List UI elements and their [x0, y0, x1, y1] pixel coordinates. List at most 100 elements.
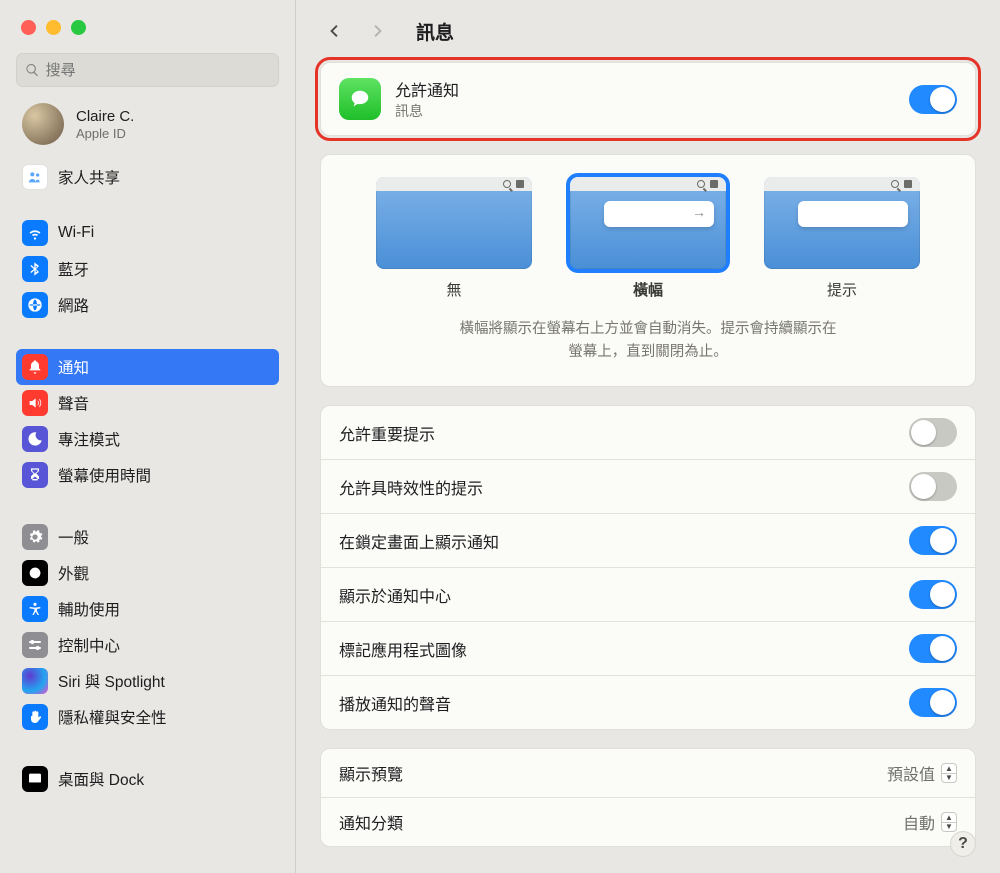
siri-icon — [22, 668, 48, 694]
sidebar-item-label: 家人共享 — [58, 166, 120, 188]
appearance-icon — [22, 560, 48, 586]
row-label: 播放通知的聲音 — [339, 691, 451, 715]
row-label: 顯示預覽 — [339, 761, 403, 785]
toggle-lock-screen[interactable] — [909, 526, 957, 555]
sidebar-item-label: 網路 — [58, 294, 89, 316]
style-label: 提示 — [764, 279, 920, 300]
sidebar-group-network: Wi-Fi 藍牙 網路 — [0, 209, 295, 329]
toggle-time-sensitive[interactable] — [909, 472, 957, 501]
sidebar-group-focus: 通知 聲音 專注模式 螢幕使用時間 — [0, 343, 295, 499]
allow-sub: 訊息 — [395, 101, 459, 121]
sidebar-item-label: Siri 與 Spotlight — [58, 670, 165, 692]
gear-icon — [22, 524, 48, 550]
row-notification-center: 顯示於通知中心 — [321, 567, 975, 621]
sidebar-item-label: 控制中心 — [58, 634, 120, 656]
row-play-sound: 播放通知的聲音 — [321, 675, 975, 729]
notification-options-panel: 允許重要提示 允許具時效性的提示 在鎖定畫面上顯示通知 顯示於通知中心 標記應用… — [320, 405, 976, 730]
alert-style-none[interactable]: 無 — [376, 177, 532, 300]
zoom-window-button[interactable] — [71, 20, 86, 35]
sidebar-item-label: 桌面與 Dock — [58, 768, 144, 790]
row-badge-icon: 標記應用程式圖像 — [321, 621, 975, 675]
row-critical-alerts: 允許重要提示 — [321, 406, 975, 459]
dock-icon — [22, 766, 48, 792]
sidebar-item-desktop-dock[interactable]: 桌面與 Dock — [16, 761, 279, 797]
style-label: 橫幅 — [570, 279, 726, 300]
family-icon — [22, 164, 48, 190]
apple-id-row[interactable]: Claire C. Apple ID — [0, 101, 295, 159]
sidebar-item-family[interactable]: 家人共享 — [16, 159, 279, 195]
stepper-icon[interactable]: ▲▼ — [941, 763, 957, 783]
sidebar-item-label: 通知 — [58, 356, 89, 378]
accessibility-icon — [22, 596, 48, 622]
sidebar-item-appearance[interactable]: 外觀 — [16, 555, 279, 591]
sidebar-item-label: 螢幕使用時間 — [58, 464, 151, 486]
sidebar-item-label: Wi-Fi — [58, 224, 94, 242]
account-sub: Apple ID — [76, 126, 134, 141]
row-label: 通知分類 — [339, 810, 403, 834]
main-content: 訊息 允許通知 訊息 無 橫幅 — [296, 0, 1000, 873]
alert-style-panel: 無 橫幅 提示 橫幅將顯示在螢幕右上方並會自動消失。提示會持續顯示在 螢幕上，直… — [320, 154, 976, 387]
select-value: 自動 — [903, 810, 935, 834]
sidebar-item-wifi[interactable]: Wi-Fi — [16, 215, 279, 251]
account-name: Claire C. — [76, 108, 134, 126]
stepper-icon[interactable]: ▲▼ — [941, 812, 957, 832]
sidebar-item-label: 專注模式 — [58, 428, 120, 450]
allow-notifications-panel: 允許通知 訊息 — [320, 62, 976, 136]
sidebar-item-focus[interactable]: 專注模式 — [16, 421, 279, 457]
messages-app-icon — [339, 78, 381, 120]
close-window-button[interactable] — [21, 20, 36, 35]
globe-icon — [22, 292, 48, 318]
nav-forward-button[interactable] — [364, 14, 392, 48]
sidebar-item-control-center[interactable]: 控制中心 — [16, 627, 279, 663]
main-header: 訊息 — [320, 0, 976, 62]
nav-back-button[interactable] — [320, 14, 348, 48]
toggle-notification-center[interactable] — [909, 580, 957, 609]
sidebar-item-network[interactable]: 網路 — [16, 287, 279, 323]
allow-notifications-toggle[interactable] — [909, 85, 957, 114]
row-label: 允許重要提示 — [339, 421, 435, 445]
row-time-sensitive: 允許具時效性的提示 — [321, 459, 975, 513]
select-value: 預設值 — [887, 761, 935, 785]
hourglass-icon — [22, 462, 48, 488]
search-icon — [25, 62, 40, 78]
bluetooth-icon — [22, 256, 48, 282]
sidebar-item-label: 聲音 — [58, 392, 89, 414]
wifi-icon — [22, 220, 48, 246]
row-label: 在鎖定畫面上顯示通知 — [339, 529, 499, 553]
style-caption: 橫幅將顯示在螢幕右上方並會自動消失。提示會持續顯示在 螢幕上，直到關閉為止。 — [341, 318, 955, 364]
sidebar: Claire C. Apple ID 家人共享 Wi-Fi 藍牙 網路 — [0, 0, 296, 873]
sidebar-item-bluetooth[interactable]: 藍牙 — [16, 251, 279, 287]
sidebar-item-general[interactable]: 一般 — [16, 519, 279, 555]
avatar — [22, 103, 64, 145]
toggle-play-sound[interactable] — [909, 688, 957, 717]
speaker-icon — [22, 390, 48, 416]
window-controls — [0, 12, 295, 35]
sidebar-group-general: 一般 外觀 輔助使用 控制中心 Siri 與 Spotlight 隱私權與安全性 — [0, 513, 295, 741]
sidebar-item-privacy[interactable]: 隱私權與安全性 — [16, 699, 279, 735]
search-input[interactable] — [46, 62, 270, 79]
sidebar-item-siri[interactable]: Siri 與 Spotlight — [16, 663, 279, 699]
sidebar-item-label: 隱私權與安全性 — [58, 706, 167, 728]
sidebar-item-notifications[interactable]: 通知 — [16, 349, 279, 385]
alert-style-banner[interactable]: 橫幅 — [570, 177, 726, 300]
help-button[interactable]: ? — [950, 831, 976, 857]
hand-icon — [22, 704, 48, 730]
toggle-badge-icon[interactable] — [909, 634, 957, 663]
sidebar-item-label: 一般 — [58, 526, 89, 548]
sidebar-item-label: 輔助使用 — [58, 598, 120, 620]
minimize-window-button[interactable] — [46, 20, 61, 35]
row-grouping[interactable]: 通知分類 自動 ▲▼ — [321, 797, 975, 846]
sidebar-item-screentime[interactable]: 螢幕使用時間 — [16, 457, 279, 493]
sidebar-group-desktop: 桌面與 Dock — [0, 755, 295, 803]
sliders-icon — [22, 632, 48, 658]
sidebar-item-label: 外觀 — [58, 562, 89, 584]
sidebar-item-accessibility[interactable]: 輔助使用 — [16, 591, 279, 627]
sidebar-item-sound[interactable]: 聲音 — [16, 385, 279, 421]
search-field-wrap[interactable] — [16, 53, 279, 87]
notification-display-panel: 顯示預覽 預設值 ▲▼ 通知分類 自動 ▲▼ — [320, 748, 976, 847]
alert-style-alert[interactable]: 提示 — [764, 177, 920, 300]
page-title: 訊息 — [416, 18, 454, 45]
row-show-preview[interactable]: 顯示預覽 預設值 ▲▼ — [321, 749, 975, 797]
toggle-critical-alerts[interactable] — [909, 418, 957, 447]
bell-icon — [22, 354, 48, 380]
